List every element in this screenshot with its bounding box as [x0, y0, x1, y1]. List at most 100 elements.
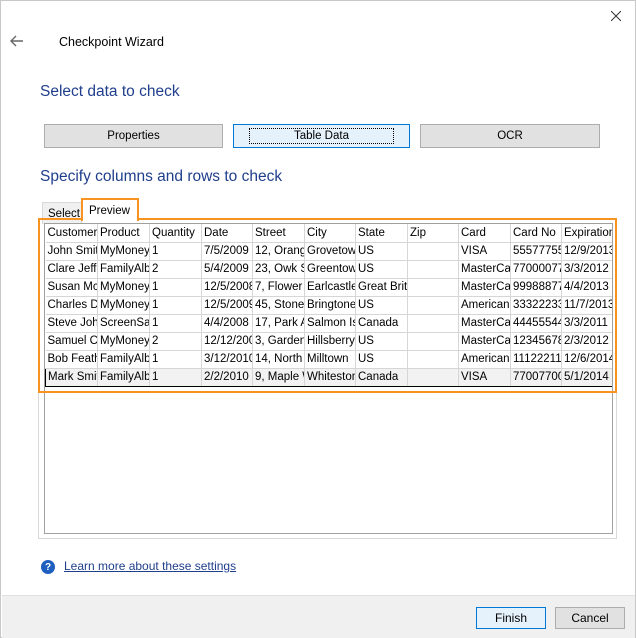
- tab-select[interactable]: Select: [42, 202, 82, 224]
- table-row[interactable]: Bob FeatherFamilyAlbum13/12/201014, Nort…: [45, 350, 612, 369]
- table-row[interactable]: Charles DodgesonMyMoney112/5/200945, Sto…: [45, 296, 612, 315]
- column-header[interactable]: State: [355, 224, 408, 243]
- table-cell[interactable]: [407, 367, 459, 387]
- table-cell[interactable]: [407, 332, 459, 351]
- table-cell[interactable]: ScreenSaver: [97, 314, 150, 333]
- table-cell[interactable]: 3/12/2010: [201, 350, 253, 369]
- table-cell[interactable]: MyMoney: [97, 332, 150, 351]
- table-cell[interactable]: 1: [149, 242, 202, 261]
- table-cell[interactable]: 12/12/2008: [201, 332, 253, 351]
- table-cell[interactable]: [407, 296, 459, 315]
- table-cell[interactable]: 12/6/2014: [561, 350, 612, 369]
- column-header[interactable]: Street: [252, 224, 305, 243]
- table-cell[interactable]: American: [458, 296, 511, 315]
- table-cell[interactable]: 7/5/2009: [201, 242, 253, 261]
- table-cell[interactable]: 1112221111: [510, 350, 562, 369]
- column-header[interactable]: Card: [458, 224, 511, 243]
- table-cell[interactable]: 9998887777: [510, 278, 562, 297]
- table-cell[interactable]: 5557775556: [510, 242, 562, 261]
- table-cell[interactable]: FamilyAlbum: [97, 260, 150, 279]
- table-cell[interactable]: Canada: [355, 367, 408, 387]
- ocr-button[interactable]: OCR: [420, 124, 600, 148]
- table-cell[interactable]: American: [458, 350, 511, 369]
- table-cell[interactable]: John Smith: [45, 242, 98, 261]
- table-cell[interactable]: MasterCard: [458, 314, 511, 333]
- learn-more-link[interactable]: Learn more about these settings: [64, 559, 236, 573]
- table-cell[interactable]: 1: [149, 350, 202, 369]
- column-header[interactable]: City: [304, 224, 356, 243]
- table-cell[interactable]: [407, 260, 459, 279]
- table-cell[interactable]: US: [355, 242, 408, 261]
- table-cell[interactable]: 12/9/2013: [561, 242, 612, 261]
- table-cell[interactable]: 2/2/2010: [201, 367, 253, 387]
- table-row[interactable]: Susan McLoydMyMoney112/5/20087, FlowerEa…: [45, 278, 612, 297]
- table-cell[interactable]: Canada: [355, 314, 408, 333]
- column-header[interactable]: Customer: [45, 224, 98, 243]
- table-row[interactable]: Clare JeffersonFamilyAlbum25/4/200923, O…: [45, 260, 612, 279]
- table-cell[interactable]: 3/3/2011: [561, 314, 612, 333]
- table-data-button[interactable]: Table Data: [233, 124, 410, 148]
- data-grid[interactable]: Customer Product Quantity Date Street Ci…: [44, 223, 613, 534]
- table-cell[interactable]: 7700007788: [510, 260, 562, 279]
- column-header[interactable]: Card No: [510, 224, 562, 243]
- table-cell[interactable]: VISA: [458, 367, 511, 387]
- table-cell[interactable]: 12, Orange: [252, 242, 305, 261]
- table-cell[interactable]: Whitestone: [304, 367, 356, 387]
- table-cell[interactable]: Milltown: [304, 350, 356, 369]
- table-cell[interactable]: US: [355, 260, 408, 279]
- table-cell[interactable]: 14, North: [252, 350, 305, 369]
- table-cell[interactable]: [407, 242, 459, 261]
- table-cell[interactable]: 2: [149, 332, 202, 351]
- table-cell[interactable]: 1: [149, 278, 202, 297]
- table-cell[interactable]: MasterCard: [458, 260, 511, 279]
- table-cell[interactable]: 12/5/2008: [201, 278, 253, 297]
- table-cell[interactable]: 4/4/2013: [561, 278, 612, 297]
- table-cell[interactable]: Earlcastle: [304, 278, 356, 297]
- table-cell[interactable]: 1: [149, 296, 202, 315]
- table-cell[interactable]: 12/5/2009: [201, 296, 253, 315]
- column-header[interactable]: Expiration: [561, 224, 612, 243]
- table-cell[interactable]: Greentown: [304, 260, 356, 279]
- table-cell[interactable]: 1: [149, 314, 202, 333]
- table-cell[interactable]: 3/3/2012: [561, 260, 612, 279]
- table-cell[interactable]: Clare Jefferson: [45, 260, 98, 279]
- tab-preview[interactable]: Preview: [81, 198, 139, 221]
- table-cell[interactable]: VISA: [458, 242, 511, 261]
- table-row[interactable]: Steve JohnsScreenSaver14/4/200817, Park …: [45, 314, 612, 333]
- table-cell[interactable]: Charles Dodgeson: [45, 296, 98, 315]
- table-cell[interactable]: Bringtone: [304, 296, 356, 315]
- table-cell[interactable]: Grovetown: [304, 242, 356, 261]
- table-cell[interactable]: 5/4/2009: [201, 260, 253, 279]
- properties-button[interactable]: Properties: [44, 124, 223, 148]
- table-cell[interactable]: 7700770077: [510, 367, 562, 387]
- table-cell[interactable]: 4445554444: [510, 314, 562, 333]
- table-cell[interactable]: 11/7/2013: [561, 296, 612, 315]
- back-button[interactable]: [7, 31, 27, 51]
- table-cell[interactable]: MasterCard: [458, 278, 511, 297]
- column-header[interactable]: Date: [201, 224, 253, 243]
- table-cell[interactable]: MasterCard: [458, 332, 511, 351]
- table-cell[interactable]: Bob Feather: [45, 350, 98, 369]
- table-cell[interactable]: MyMoney: [97, 242, 150, 261]
- table-cell[interactable]: 7, Flower: [252, 278, 305, 297]
- table-cell[interactable]: FamilyAlbum: [97, 350, 150, 369]
- table-cell[interactable]: 17, Park Av: [252, 314, 305, 333]
- cancel-button[interactable]: Cancel: [555, 607, 625, 629]
- table-cell[interactable]: Steve Johns: [45, 314, 98, 333]
- table-cell[interactable]: Salmon Island: [304, 314, 356, 333]
- table-row[interactable]: John SmithMyMoney17/5/200912, OrangeGrov…: [45, 242, 612, 261]
- table-cell[interactable]: Samuel Clemens: [45, 332, 98, 351]
- table-cell[interactable]: 2/3/2012: [561, 332, 612, 351]
- finish-button[interactable]: Finish: [476, 607, 546, 629]
- table-cell[interactable]: Mark Smith: [45, 367, 98, 387]
- table-cell[interactable]: US: [355, 350, 408, 369]
- column-header[interactable]: Quantity: [149, 224, 202, 243]
- table-cell[interactable]: 45, Stone: [252, 296, 305, 315]
- table-cell[interactable]: MyMoney: [97, 296, 150, 315]
- table-cell[interactable]: FamilyAlbum: [97, 367, 150, 387]
- table-cell[interactable]: MyMoney: [97, 278, 150, 297]
- table-cell[interactable]: [407, 314, 459, 333]
- table-cell[interactable]: US: [355, 332, 408, 351]
- table-cell[interactable]: 1: [149, 367, 202, 387]
- table-cell[interactable]: Susan McLoyd: [45, 278, 98, 297]
